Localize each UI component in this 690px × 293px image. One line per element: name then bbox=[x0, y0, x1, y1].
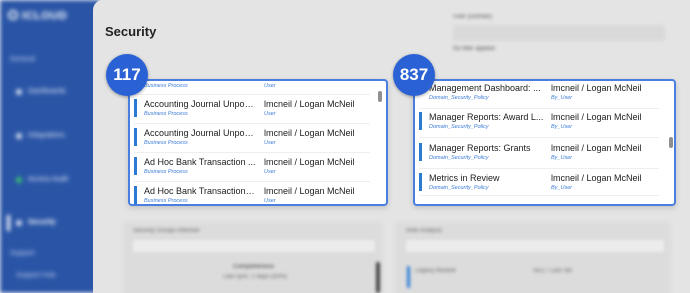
list-item[interactable]: Manager Reports: Grants Domain_Security_… bbox=[419, 141, 664, 165]
sidebar-section-support: Support bbox=[10, 250, 35, 257]
list-item[interactable]: Accounting Journal Unpos... Business Pro… bbox=[134, 97, 374, 121]
role-row-bar bbox=[407, 266, 410, 288]
sidebar-item-label: Access Audit bbox=[28, 176, 69, 183]
owner-type: By_User bbox=[551, 185, 573, 191]
item-name: Ad Hoc Bank Transaction ... bbox=[144, 157, 256, 167]
list-item-partial[interactable]: Business Process User bbox=[134, 81, 374, 93]
count-badge-117: 117 bbox=[106, 54, 148, 96]
row-divider bbox=[134, 123, 370, 124]
item-type: Domain_Security_Policy bbox=[429, 185, 489, 191]
row-divider bbox=[419, 108, 659, 109]
row-divider bbox=[419, 168, 659, 169]
sidebar-item-label: Security bbox=[28, 219, 56, 226]
item-type: Business Process bbox=[144, 169, 188, 175]
row-divider bbox=[419, 137, 659, 138]
item-type: Domain_Security_Policy bbox=[429, 124, 489, 130]
role-col-legacy: Legacy Module bbox=[415, 268, 456, 274]
count-badge-837: 837 bbox=[393, 54, 435, 96]
item-name: Management Dashboard: ... bbox=[429, 83, 541, 93]
row-divider bbox=[134, 152, 370, 153]
item-type: Domain_Security_Policy bbox=[429, 155, 489, 161]
item-owner: lmcneil / Logan McNeil bbox=[264, 128, 355, 138]
item-owner: lmcneil / Logan McNeil bbox=[264, 99, 355, 109]
item-owner: lmcneil / Logan McNeil bbox=[551, 143, 642, 153]
role-analysis-select[interactable] bbox=[406, 240, 664, 252]
row-accent-bar bbox=[419, 112, 422, 130]
item-name: Manager Reports: Grants bbox=[429, 143, 531, 153]
list-item[interactable]: Ad Hoc Bank Transaction ... Business Pro… bbox=[134, 155, 374, 179]
completeness-subtext: Last sync: 2 days (93%) bbox=[223, 274, 288, 280]
cloud-logo-icon bbox=[8, 10, 18, 20]
app-logo: ICLOUD bbox=[8, 10, 67, 22]
owner-type: User bbox=[264, 169, 276, 175]
row-accent-bar bbox=[134, 99, 137, 117]
item-type: Business Process bbox=[144, 140, 188, 146]
row-accent-bar bbox=[419, 143, 422, 161]
security-groups-select[interactable] bbox=[133, 240, 375, 252]
owner-type: User bbox=[264, 111, 276, 117]
owner-type: User bbox=[264, 83, 276, 89]
list-item[interactable]: Accounting Journal Unpos... Business Pro… bbox=[134, 126, 374, 150]
item-name: Accounting Journal Unpos... bbox=[144, 128, 256, 138]
owner-type: By_User bbox=[551, 155, 573, 161]
sidebar-item-security[interactable]: Security bbox=[7, 215, 96, 231]
page-title: Security bbox=[105, 24, 157, 39]
sidebar-item-integrations[interactable]: Integrations bbox=[16, 132, 96, 139]
row-accent-bar bbox=[134, 128, 137, 146]
list-item[interactable]: Metrics in Review Domain_Security_Policy… bbox=[419, 171, 664, 195]
sidebar-item-access-audit[interactable]: Access Audit bbox=[16, 176, 96, 183]
item-type: Business Process bbox=[144, 198, 188, 204]
list-item[interactable]: Ad Hoc Bank Transaction I... Business Pr… bbox=[134, 184, 374, 204]
logo-text: ICLOUD bbox=[22, 10, 68, 22]
sidebar-item-label: Dashboards bbox=[28, 88, 66, 95]
item-type: Business Process bbox=[144, 111, 188, 117]
owner-type: By_User bbox=[551, 124, 573, 130]
domain-policy-list-panel: Management Dashboard: ... Domain_Securit… bbox=[413, 79, 676, 206]
row-divider bbox=[134, 181, 370, 182]
item-type: Business Process bbox=[144, 83, 188, 89]
role-analysis-title: Role Analysis bbox=[406, 228, 443, 234]
list-item[interactable]: Manager Reports: Award L... Domain_Secur… bbox=[419, 110, 664, 134]
user-filter-input[interactable] bbox=[453, 25, 665, 41]
filter-label: User (Domain) bbox=[453, 14, 493, 20]
row-divider bbox=[419, 195, 659, 196]
filter-checkbox[interactable]: No filter applied bbox=[453, 46, 495, 52]
shield-icon bbox=[16, 219, 22, 226]
owner-type: By_User bbox=[551, 95, 573, 101]
business-process-list-panel: Business Process User Accounting Journal… bbox=[128, 79, 388, 206]
sidebar-item-support-hub[interactable]: Support Hub bbox=[16, 272, 55, 279]
item-type: Domain_Security_Policy bbox=[429, 95, 489, 101]
list-scrollbar-thumb[interactable] bbox=[378, 91, 382, 102]
role-col-sec: SEC / Last Val bbox=[533, 268, 572, 274]
sidebar: ICLOUD General Dashboards Integrations A… bbox=[0, 0, 100, 293]
sidebar-item-dashboards[interactable]: Dashboards bbox=[16, 88, 96, 95]
audit-icon bbox=[16, 176, 22, 183]
sidebar-section-general: General bbox=[10, 56, 35, 63]
row-accent-bar bbox=[134, 157, 137, 175]
item-owner: lmcneil / Logan McNeil bbox=[264, 186, 355, 196]
list-scrollbar-thumb[interactable] bbox=[669, 137, 673, 148]
row-accent-bar bbox=[134, 186, 137, 204]
item-owner: lmcneil / Logan McNeil bbox=[551, 83, 642, 93]
item-owner: lmcneil / Logan McNeil bbox=[551, 112, 642, 122]
sidebar-item-label: Integrations bbox=[28, 132, 65, 139]
item-name: Ad Hoc Bank Transaction I... bbox=[144, 186, 256, 196]
owner-type: User bbox=[264, 140, 276, 146]
row-accent-bar bbox=[419, 173, 422, 191]
app-window: ICLOUD General Dashboards Integrations A… bbox=[0, 0, 690, 293]
security-groups-title: Security Groups Affected bbox=[133, 228, 200, 234]
item-name: Accounting Journal Unpos... bbox=[144, 99, 256, 109]
list-item[interactable]: Management Dashboard: ... Domain_Securit… bbox=[419, 81, 664, 105]
item-owner: lmcneil / Logan McNeil bbox=[551, 173, 642, 183]
dashboard-icon bbox=[16, 88, 22, 95]
owner-type: User bbox=[264, 198, 276, 204]
row-divider bbox=[134, 94, 370, 95]
left-panel-scrollbar[interactable] bbox=[376, 262, 380, 293]
completeness-heading: Completeness bbox=[233, 264, 275, 270]
item-owner: lmcneil / Logan McNeil bbox=[264, 157, 355, 167]
item-name: Manager Reports: Award L... bbox=[429, 112, 544, 122]
integrations-icon bbox=[16, 132, 22, 139]
item-name: Metrics in Review bbox=[429, 173, 500, 183]
